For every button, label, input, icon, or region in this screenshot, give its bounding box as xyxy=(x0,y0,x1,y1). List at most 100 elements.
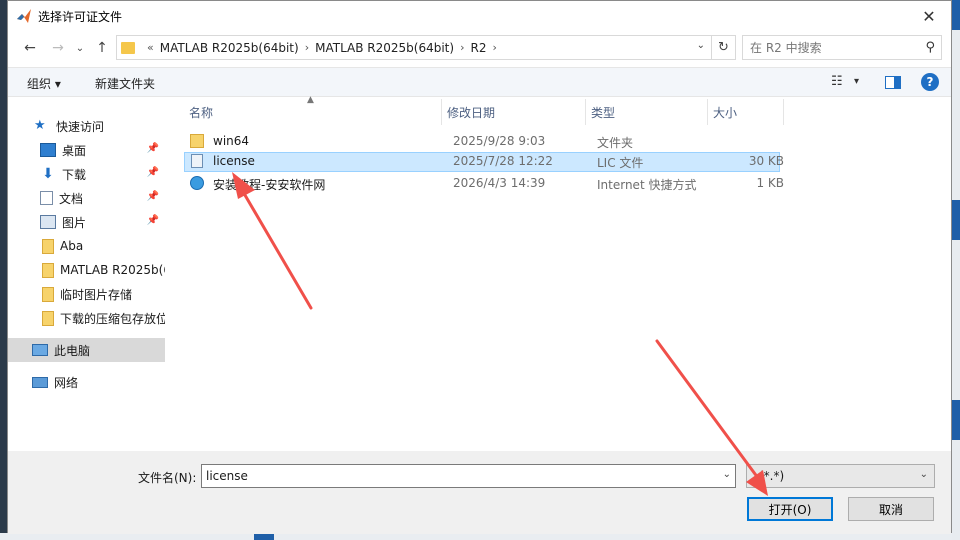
file-type-select[interactable]: (*.*) ⌄ xyxy=(746,464,935,488)
star-icon: ★ xyxy=(34,118,46,133)
chevron-right-icon[interactable]: › xyxy=(460,41,464,54)
sidebar-item-pictures[interactable]: 图片 📌 xyxy=(8,210,165,234)
chevron-right-icon[interactable]: › xyxy=(305,41,309,54)
computer-icon xyxy=(32,344,48,356)
folder-icon xyxy=(42,262,54,278)
sidebar-item-network[interactable]: 网络 xyxy=(8,370,165,394)
file-list: ▲ 名称 修改日期 类型 大小 win64 2025/9/28 9:03 文件夹… xyxy=(170,95,953,451)
folder-icon xyxy=(190,134,204,148)
sidebar-item-label: 此电脑 xyxy=(54,343,91,358)
close-button[interactable]: ✕ xyxy=(907,1,951,31)
open-button-label: 打开(O) xyxy=(768,502,812,517)
file-date: 2025/7/28 12:22 xyxy=(453,154,553,168)
forward-arrow-icon: → xyxy=(52,40,64,56)
pin-icon[interactable]: 📌 xyxy=(147,167,159,178)
file-type: 文件夹 xyxy=(597,136,634,150)
breadcrumb-overflow-icon[interactable]: « xyxy=(147,41,154,54)
back-button[interactable]: ← xyxy=(20,38,40,58)
sidebar-item-label: 网络 xyxy=(54,375,79,390)
pin-icon[interactable]: 📌 xyxy=(147,191,159,202)
file-name: win64 xyxy=(213,134,250,148)
organize-button[interactable]: 组织 ▾ xyxy=(27,75,61,92)
search-input[interactable]: 在 R2 中搜索 ⚲ xyxy=(742,35,942,60)
folder-icon xyxy=(121,41,135,54)
sidebar-item-label: Aba xyxy=(60,239,84,253)
sidebar-item-label: 下载 xyxy=(62,167,87,182)
breadcrumb-item[interactable]: MATLAB R2025b(64bit) xyxy=(315,41,454,55)
new-folder-button[interactable]: 新建文件夹 xyxy=(95,75,155,92)
cancel-button[interactable]: 取消 xyxy=(848,497,934,521)
sidebar-item-label: MATLAB R2025b(6 xyxy=(60,263,165,277)
column-header-label: 类型 xyxy=(591,105,616,120)
column-header-size[interactable]: 大小 xyxy=(708,99,784,125)
window-title: 选择许可证文件 xyxy=(38,9,123,24)
sidebar-item-this-pc[interactable]: 此电脑 xyxy=(8,338,165,362)
background-band xyxy=(952,400,960,440)
close-icon: ✕ xyxy=(922,6,936,26)
column-header-name[interactable]: 名称 xyxy=(184,99,442,125)
up-button[interactable]: ↑ xyxy=(92,38,112,58)
forward-button[interactable]: → xyxy=(48,38,68,58)
file-date: 2025/9/28 9:03 xyxy=(453,134,546,148)
file-size: 30 KB xyxy=(748,154,784,168)
column-header-type[interactable]: 类型 xyxy=(586,99,708,125)
preview-pane-icon[interactable] xyxy=(885,76,901,89)
chevron-down-icon: ⌄ xyxy=(75,42,85,54)
breadcrumb-item[interactable]: MATLAB R2025b(64bit) xyxy=(160,41,299,55)
download-icon: ⬇ xyxy=(42,166,54,182)
refresh-icon: ↻ xyxy=(718,40,729,55)
up-arrow-icon: ↑ xyxy=(96,40,108,56)
file-row[interactable]: win64 2025/9/28 9:03 文件夹 xyxy=(184,132,780,152)
sidebar-item-documents[interactable]: 文档 📌 xyxy=(8,186,165,210)
sidebar-item-label: 桌面 xyxy=(62,143,87,158)
breadcrumb-item[interactable]: R2 xyxy=(470,41,486,55)
command-bar: 组织 ▾ 新建文件夹 ☷ ▾ ? xyxy=(8,67,951,97)
column-header-date[interactable]: 修改日期 xyxy=(442,99,586,125)
picture-icon xyxy=(40,215,56,229)
view-dropdown-icon[interactable]: ▾ xyxy=(854,76,859,87)
sidebar-item-matlab[interactable]: MATLAB R2025b(6 xyxy=(8,258,165,282)
search-icon: ⚲ xyxy=(925,40,935,55)
folder-icon xyxy=(42,238,54,254)
column-header-label: 大小 xyxy=(713,105,738,120)
column-header-label: 名称 xyxy=(189,105,214,120)
pin-icon[interactable]: 📌 xyxy=(147,215,159,226)
file-name: 安装教程-安安软件网 xyxy=(213,178,326,192)
address-bar[interactable]: « MATLAB R2025b(64bit) › MATLAB R2025b(6… xyxy=(116,35,736,60)
open-button[interactable]: 打开(O) xyxy=(747,497,833,521)
file-open-dialog: 选择许可证文件 ✕ ← → ⌄ ↑ « MATLAB R2025b(64bit)… xyxy=(7,0,953,534)
sidebar-item-label: 下载的压缩包存放位 xyxy=(60,311,165,326)
folder-icon xyxy=(42,286,54,302)
file-row-selected[interactable]: license 2025/7/28 12:22 LIC 文件 30 KB xyxy=(184,152,784,172)
filename-field[interactable]: license ⌄ xyxy=(201,464,736,488)
file-name: license xyxy=(213,154,255,168)
filename-value: license xyxy=(206,469,248,483)
pin-icon[interactable]: 📌 xyxy=(147,143,159,154)
internet-shortcut-icon xyxy=(190,176,204,190)
file-row[interactable]: 安装教程-安安软件网 2026/4/3 14:39 Internet 快捷方式 … xyxy=(184,174,784,194)
sidebar-item-label: 图片 xyxy=(62,215,87,230)
column-header-label: 修改日期 xyxy=(447,105,496,120)
view-options-icon[interactable]: ☷ xyxy=(831,74,843,89)
refresh-button[interactable]: ↻ xyxy=(711,36,735,59)
chevron-right-icon[interactable]: › xyxy=(492,41,496,54)
background-window-edge xyxy=(0,533,952,540)
sidebar-item-downloads[interactable]: ⬇ 下载 📌 xyxy=(8,162,165,186)
chevron-down-icon[interactable]: ⌄ xyxy=(723,469,731,480)
file-size: 1 KB xyxy=(756,176,784,190)
address-dropdown-icon[interactable]: ⌄ xyxy=(697,40,705,51)
help-icon[interactable]: ? xyxy=(921,73,939,91)
document-icon xyxy=(40,191,53,205)
sidebar-item-quick-access[interactable]: ★ 快速访问 xyxy=(8,114,165,138)
background-band xyxy=(952,200,960,240)
desktop-icon xyxy=(40,143,56,157)
recent-locations-button[interactable]: ⌄ xyxy=(70,38,90,58)
file-type-value: (*.*) xyxy=(759,469,785,483)
file-icon xyxy=(191,154,203,168)
sidebar-item-temp-pictures[interactable]: 临时图片存储 xyxy=(8,282,165,306)
file-date: 2026/4/3 14:39 xyxy=(453,176,546,190)
sidebar-item-desktop[interactable]: 桌面 📌 xyxy=(8,138,165,162)
sidebar-item-aba[interactable]: Aba xyxy=(8,234,165,258)
address-row: ← → ⌄ ↑ « MATLAB R2025b(64bit) › MATLAB … xyxy=(8,35,951,61)
sidebar-item-archive-downloads[interactable]: 下载的压缩包存放位 xyxy=(8,306,165,330)
